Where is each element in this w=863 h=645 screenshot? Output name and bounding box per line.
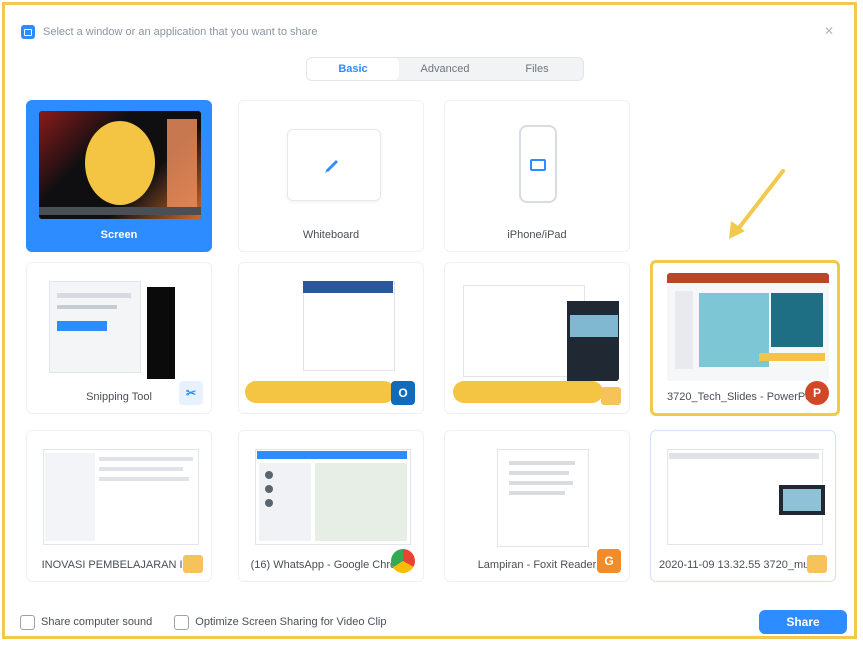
window-title: Select a window or an application that y… (43, 26, 318, 38)
tab-basic[interactable]: Basic (307, 58, 399, 80)
folder-2020-thumbnail (663, 441, 825, 549)
inovasi-thumbnail (39, 441, 201, 549)
foxit-thumbnail (457, 441, 619, 549)
outlook-icon: O (391, 381, 415, 405)
share-item-folder-2020[interactable]: 2020-11-09 13.32.55 3720_mutaw... (650, 430, 836, 582)
bottom-bar: Share computer sound Optimize Screen Sha… (20, 610, 847, 634)
snipping-thumbnail (39, 273, 201, 381)
share-item-label: iPhone/iPad (507, 229, 567, 241)
share-item-label: Whiteboard (302, 229, 360, 241)
optimize-video-checkbox[interactable]: Optimize Screen Sharing for Video Clip (174, 614, 387, 630)
pen-icon (325, 160, 338, 173)
tabs: Basic Advanced Files (306, 57, 584, 81)
powerpoint-thumbnail (667, 273, 829, 381)
share-item-label: 3720_Tech_Slides - PowerPoint (667, 391, 823, 403)
share-item-label: 2020-11-09 13.32.55 3720_mutaw... (659, 559, 827, 571)
share-item-whatsapp[interactable]: (16) WhatsApp - Google Chrome (238, 430, 424, 582)
share-item-iphone-ipad[interactable]: iPhone/iPad (444, 100, 630, 252)
share-item-label: Lampiran - Foxit Reader (477, 559, 597, 571)
tab-advanced[interactable]: Advanced (399, 58, 491, 80)
share-computer-sound-checkbox[interactable]: Share computer sound (20, 614, 153, 630)
redaction-oval (453, 381, 603, 403)
redaction-oval (245, 381, 395, 403)
close-icon[interactable]: ✕ (824, 24, 834, 38)
foxit-reader-icon: G (597, 549, 621, 573)
chrome-icon (391, 549, 415, 573)
optimize-video-label: Optimize Screen Sharing for Video Clip (195, 616, 387, 628)
share-item-whiteboard[interactable]: Whiteboard (238, 100, 424, 252)
iphone-thumbnail (457, 111, 619, 219)
whatsapp-thumbnail (251, 441, 413, 549)
screen-thumbnail (39, 111, 201, 219)
powerpoint-icon: P (805, 381, 829, 405)
share-item-label: Screen (100, 229, 138, 241)
share-item-foxit[interactable]: Lampiran - Foxit Reader G (444, 430, 630, 582)
share-item-label: INOVASI PEMBELAJARAN IPA (41, 559, 197, 571)
whiteboard-thumbnail (251, 111, 413, 219)
share-item-folder[interactable] (444, 262, 630, 414)
share-item-screen[interactable]: Screen (26, 100, 212, 252)
share-item-outlook[interactable]: O (238, 262, 424, 414)
highlight-arrow-icon (729, 169, 785, 239)
folder-icon (183, 555, 203, 573)
zoom-icon (21, 25, 35, 39)
share-item-snipping-tool[interactable]: Snipping Tool ✂ (26, 262, 212, 414)
folder-window-thumbnail (457, 273, 619, 381)
checkbox-box[interactable] (174, 614, 190, 630)
folder-icon (807, 555, 827, 573)
share-item-powerpoint[interactable]: 3720_Tech_Slides - PowerPoint P (650, 260, 840, 416)
checkbox-box[interactable] (20, 614, 35, 630)
snipping-tool-icon: ✂ (179, 381, 203, 405)
share-item-inovasi[interactable]: INOVASI PEMBELAJARAN IPA (26, 430, 212, 582)
share-item-label: Snipping Tool (86, 391, 152, 403)
share-computer-sound-label: Share computer sound (41, 616, 153, 628)
outlook-thumbnail (251, 273, 413, 381)
tab-files[interactable]: Files (491, 58, 583, 80)
share-item-label: (16) WhatsApp - Google Chrome (250, 559, 412, 571)
share-button[interactable]: Share (759, 610, 847, 634)
folder-icon (601, 387, 621, 405)
title-bar: Select a window or an application that y… (21, 21, 838, 43)
